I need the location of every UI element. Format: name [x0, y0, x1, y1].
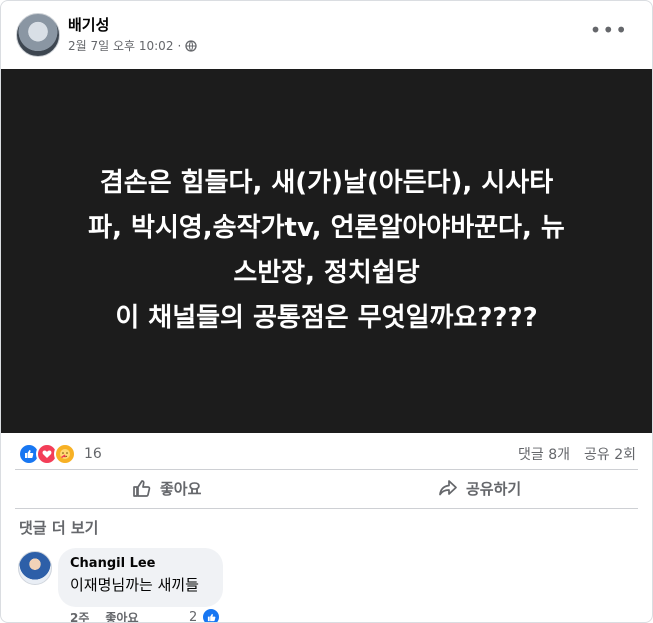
comment-text: 이재명님까는 새끼들	[70, 574, 211, 595]
author-avatar[interactable]	[16, 13, 60, 57]
post-content: 겸손은 힘들다, 새(가)날(아든다), 시사타 파, 박시영,송작가tv, 언…	[1, 69, 652, 433]
share-arrow-icon	[438, 478, 458, 498]
post-timestamp[interactable]: 2월 7일 오후 10:02	[68, 37, 173, 54]
comment-meta: 2주 좋아요	[70, 609, 139, 623]
reactions-summary[interactable]: 16	[18, 443, 102, 465]
comment-time[interactable]: 2주	[70, 609, 89, 623]
comment-count-link[interactable]: 댓글 8개	[518, 444, 570, 464]
comment-reactions[interactable]: 2	[189, 607, 217, 623]
view-more-comments-link[interactable]: 댓글 더 보기	[19, 517, 98, 538]
meta-separator: ·	[177, 39, 181, 53]
more-options-button[interactable]: •••	[590, 23, 628, 37]
share-button[interactable]: 공유하기	[438, 476, 521, 500]
care-reaction-icon	[54, 443, 76, 465]
share-count-link[interactable]: 공유 2회	[584, 444, 636, 464]
author-name[interactable]: 배기성	[68, 14, 109, 35]
commenter-avatar[interactable]	[18, 551, 52, 585]
comment-reaction-count: 2	[189, 610, 197, 623]
post-meta: 2월 7일 오후 10:02 ·	[68, 37, 197, 54]
reaction-count: 16	[84, 446, 102, 462]
like-label: 좋아요	[160, 478, 201, 499]
like-button[interactable]: 좋아요	[132, 476, 201, 500]
share-label: 공유하기	[466, 478, 521, 499]
post-text: 겸손은 힘들다, 새(가)날(아든다), 시사타 파, 박시영,송작가tv, 언…	[27, 161, 627, 341]
like-reaction-icon	[201, 607, 221, 623]
globe-icon	[185, 40, 197, 52]
comment-bubble: Changil Lee 이재명님까는 새끼들	[58, 548, 223, 607]
divider	[15, 508, 638, 509]
commenter-name[interactable]: Changil Lee	[70, 556, 211, 571]
thumbs-up-icon	[132, 478, 152, 498]
engagement-counts: 댓글 8개 공유 2회	[518, 444, 636, 464]
divider	[15, 469, 638, 470]
comment-like-button[interactable]: 좋아요	[105, 609, 138, 623]
post-card: 배기성 2월 7일 오후 10:02 · ••• 겸손은 힘들다, 새(가)날(…	[0, 0, 653, 623]
